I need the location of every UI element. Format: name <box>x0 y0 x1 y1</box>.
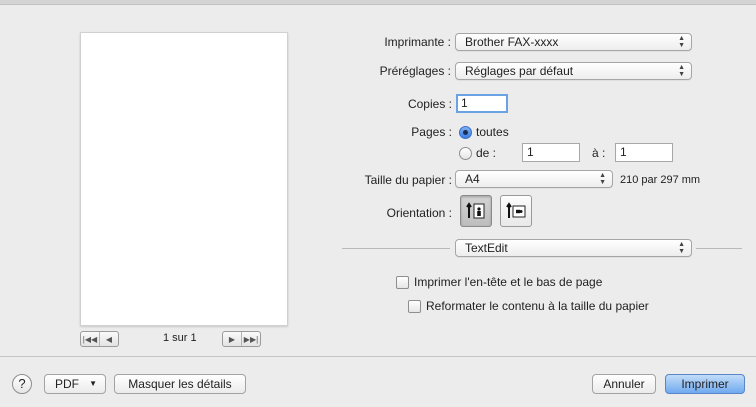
first-page-icon[interactable]: |◀◀ <box>81 332 99 346</box>
print-button[interactable]: Imprimer <box>665 374 745 394</box>
presets-value: Réglages par défaut <box>465 64 574 78</box>
window-top-edge <box>0 0 756 5</box>
copies-label: Copies : <box>407 97 452 111</box>
page-preview <box>80 32 288 326</box>
pdf-menu-button[interactable]: PDF ▼ <box>44 374 106 394</box>
pages-from-label: de : <box>476 146 497 160</box>
paper-size-label: Taille du papier : <box>364 173 452 187</box>
section-divider-right <box>696 248 742 249</box>
section-divider-left <box>342 248 450 249</box>
cancel-button[interactable]: Annuler <box>592 374 656 394</box>
bottom-separator <box>0 356 756 357</box>
rewrap-contents-label: Reformater le contenu à la taille du pap… <box>426 299 649 313</box>
hide-details-button[interactable]: Masquer les détails <box>114 374 246 394</box>
paper-size-popup[interactable]: A4 ▲ ▼ <box>455 170 613 188</box>
pages-range-radio[interactable] <box>459 147 472 160</box>
paper-size-value: A4 <box>465 172 480 186</box>
orientation-label: Orientation : <box>386 206 452 220</box>
pages-to-label: à : <box>592 146 606 160</box>
printer-popup[interactable]: Brother FAX-xxxx ▲ ▼ <box>455 33 692 51</box>
chevron-down-icon: ▼ <box>89 379 97 388</box>
pages-from-field[interactable]: 1 <box>522 143 580 162</box>
page-counter: 1 sur 1 <box>163 332 197 344</box>
pages-all-label: toutes <box>476 125 509 139</box>
pdf-label: PDF <box>55 377 79 391</box>
last-page-icon[interactable]: ▶▶| <box>241 332 260 346</box>
app-section-popup[interactable]: TextEdit ▲ ▼ <box>455 239 692 257</box>
portrait-orientation-icon <box>466 202 485 219</box>
rewrap-contents-checkbox[interactable] <box>408 300 421 313</box>
pager-prev-group: |◀◀ ◀ <box>80 331 119 347</box>
printer-label: Imprimante : <box>384 35 451 49</box>
help-button[interactable]: ? <box>12 374 32 394</box>
popup-arrows-icon: ▲ ▼ <box>678 64 685 78</box>
orientation-portrait-button[interactable] <box>460 195 492 227</box>
paper-size-dimensions: 210 par 297 mm <box>620 174 701 186</box>
pages-all-radio[interactable] <box>459 126 472 139</box>
pages-to-field[interactable]: 1 <box>615 143 673 162</box>
pages-label: Pages : <box>411 125 452 139</box>
printer-value: Brother FAX-xxxx <box>465 35 559 49</box>
orientation-landscape-button[interactable] <box>500 195 532 227</box>
landscape-orientation-icon <box>506 202 526 218</box>
popup-arrows-icon: ▲ ▼ <box>599 172 606 186</box>
presets-popup[interactable]: Réglages par défaut ▲ ▼ <box>455 62 692 80</box>
pager-next-group: ▶ ▶▶| <box>222 331 261 347</box>
header-footer-checkbox[interactable] <box>396 276 409 289</box>
next-page-icon[interactable]: ▶ <box>223 332 241 346</box>
previous-page-icon[interactable]: ◀ <box>99 332 118 346</box>
app-section-value: TextEdit <box>465 241 508 255</box>
copies-field[interactable]: 1 <box>456 94 508 113</box>
presets-label: Préréglages : <box>379 64 451 78</box>
popup-arrows-icon: ▲ ▼ <box>678 241 685 255</box>
header-footer-label: Imprimer l'en-tête et le bas de page <box>414 275 603 289</box>
popup-arrows-icon: ▲ ▼ <box>678 35 685 49</box>
